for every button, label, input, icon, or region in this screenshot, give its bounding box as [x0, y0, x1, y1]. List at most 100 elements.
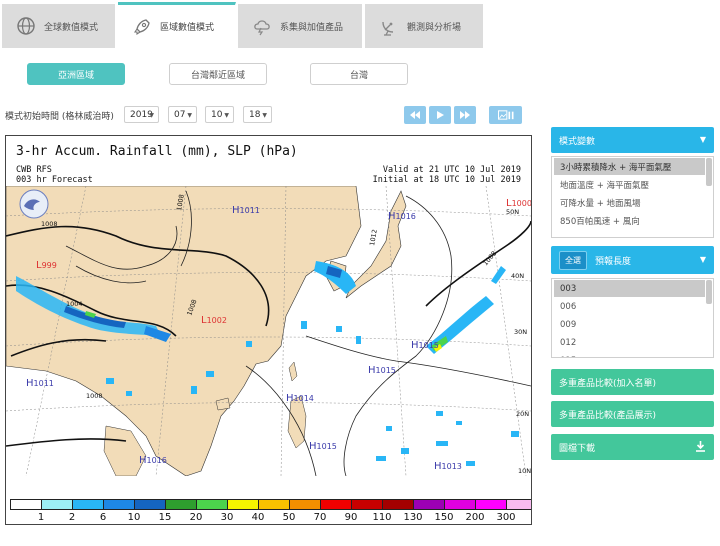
- legend-swatch: [166, 500, 197, 509]
- legend-tick-label: 50: [282, 512, 296, 523]
- scrollbar[interactable]: [706, 158, 712, 186]
- model-var-item[interactable]: 850百帕風速 + 風向: [554, 212, 705, 229]
- rocket-icon: [132, 17, 152, 37]
- legend-tick-labels: 1 2 6 10 15 20 30 40 50 70 90 110 130 150 200 300: [6, 512, 531, 524]
- forecast-hour-item[interactable]: 009: [554, 316, 705, 333]
- tab-ensemble-products-label: 系集與加值產品: [280, 22, 344, 33]
- svg-text:H1016: H1016: [139, 455, 167, 466]
- init-time-row: 模式初始時間 (格林威治時) 2019 ▼ 07 ▼ 10 ▼ 18 ▼: [0, 106, 720, 126]
- hour-value: 18: [249, 109, 261, 120]
- fast-forward-button[interactable]: [454, 106, 476, 124]
- lat-label: 40N: [511, 272, 524, 280]
- compare-add-button[interactable]: 多重產品比較(加入名單): [551, 369, 714, 395]
- download-button[interactable]: 圖檔下載: [551, 434, 714, 460]
- map-label-h1013: 1013: [442, 462, 462, 471]
- isobar-label: 1008: [86, 392, 103, 400]
- forecast-length-header[interactable]: 全選 預報長度 ▼: [551, 246, 714, 274]
- download-label: 圖檔下載: [559, 443, 596, 454]
- forecast-hour-item[interactable]: 012: [554, 334, 705, 351]
- legend-tick-label: 6: [99, 512, 107, 523]
- chart-forecast-hour: 003 hr Forecast: [16, 175, 93, 185]
- legend-tick-label: 30: [220, 512, 234, 523]
- select-all-button[interactable]: 全選: [559, 250, 587, 270]
- download-panel: 圖檔下載: [551, 434, 714, 460]
- cloud-storm-icon: [252, 16, 272, 36]
- legend-tick-label: 1: [37, 512, 45, 523]
- month-select[interactable]: 07 ▼: [168, 106, 197, 123]
- legend-tick-label: 2: [68, 512, 76, 523]
- forecast-hour-item[interactable]: 015: [554, 352, 705, 358]
- map-label-l999: 999: [42, 261, 57, 270]
- legend-swatch: [414, 500, 445, 509]
- fast-forward-icon: [460, 111, 470, 119]
- legend-swatch: [321, 500, 352, 509]
- image-gallery-icon: [497, 110, 513, 120]
- model-var-item[interactable]: 地面溫度 + 海平面氣壓: [554, 176, 705, 193]
- top-tab-bar: 全球數值模式 區域數值模式 系集與加值產品 觀測與分析場: [0, 0, 720, 48]
- compare-show-button[interactable]: 多重產品比較(產品展示): [551, 401, 714, 427]
- legend-swatch: [290, 500, 321, 509]
- legend-color-bar: [10, 499, 531, 510]
- svg-text:H1013: H1013: [434, 461, 462, 472]
- map-label-h1015-b: 1015: [376, 366, 396, 375]
- chart-model-name: CWB RFS: [16, 165, 52, 175]
- svg-text:H1015: H1015: [411, 340, 439, 351]
- legend-tick-label: 300: [496, 512, 516, 523]
- isobar-label: 1004: [66, 300, 83, 308]
- scrollbar[interactable]: [706, 280, 712, 304]
- year-select[interactable]: 2019 ▼: [124, 106, 159, 123]
- forecast-hour-item[interactable]: 006: [554, 298, 705, 315]
- tab-regional-model[interactable]: 區域數值模式: [118, 2, 236, 48]
- map-label-h1011-top: 1011: [240, 206, 260, 215]
- forecast-hour-item[interactable]: 003: [554, 280, 705, 297]
- map-label-h1015-c: 1015: [317, 442, 337, 451]
- model-var-item[interactable]: 可降水量 + 地面風場: [554, 194, 705, 211]
- legend-swatch: [42, 500, 73, 509]
- legend-swatch: [352, 500, 383, 509]
- svg-text:L999: L999: [36, 260, 57, 271]
- month-value: 07: [174, 109, 186, 120]
- map-label-h1015-a: 1015: [419, 341, 439, 350]
- legend-tick-label: 20: [189, 512, 203, 523]
- legend-swatch: [73, 500, 104, 509]
- model-variable-header[interactable]: 模式變數 ▼: [551, 127, 714, 153]
- forecast-hour-list[interactable]: 003 006 009 012 015: [551, 278, 714, 358]
- map-label-h1011-left: 1011: [34, 379, 54, 388]
- map-label-h1016-b: 1016: [147, 456, 167, 465]
- rewind-button[interactable]: [404, 106, 426, 124]
- map-label-h1016: 1016: [396, 212, 416, 221]
- hour-select[interactable]: 18 ▼: [243, 106, 272, 123]
- tab-ensemble-products[interactable]: 系集與加值產品: [238, 4, 363, 48]
- tab-observation-analysis[interactable]: 觀測與分析場: [365, 4, 484, 48]
- legend-tick-label: 15: [158, 512, 172, 523]
- rainfall-legend: 1 2 6 10 15 20 30 40 50 70 90 110 130 150 200 300: [6, 499, 531, 524]
- chart-valid-time: Valid at 21 UTC 10 Jul 2019: [382, 165, 521, 175]
- chevron-down-icon: ▼: [224, 112, 229, 119]
- play-button[interactable]: [429, 106, 451, 124]
- day-value: 10: [211, 109, 223, 120]
- compare-add-panel: 多重產品比較(加入名單): [551, 369, 714, 395]
- legend-swatch: [104, 500, 135, 509]
- region-taiwan-button[interactable]: 台灣: [310, 63, 408, 85]
- lat-label: 50N: [506, 208, 519, 216]
- tab-global-model[interactable]: 全球數值模式: [2, 4, 116, 48]
- rewind-icon: [410, 111, 420, 119]
- model-var-item[interactable]: 3小時累積降水 + 海平面氣壓: [554, 158, 705, 175]
- chevron-down-icon: ▼: [699, 135, 706, 144]
- region-asia-button[interactable]: 亞洲區域: [27, 63, 125, 85]
- day-select[interactable]: 10 ▼: [205, 106, 234, 123]
- chart-initial-time: Initial at 18 UTC 10 Jul 2019: [372, 175, 521, 185]
- chevron-down-icon: ▼: [699, 255, 706, 264]
- legend-tick-label: 70: [313, 512, 327, 523]
- lat-label: 20N: [516, 410, 529, 418]
- model-variable-list[interactable]: 3小時累積降水 + 海平面氣壓 地面溫度 + 海平面氣壓 可降水量 + 地面風場…: [551, 156, 714, 238]
- map-label-h1014: 1014: [294, 394, 314, 403]
- region-taiwan-vicinity-button[interactable]: 台灣鄰近區域: [169, 63, 267, 85]
- download-icon: [695, 440, 706, 455]
- svg-text:H1011: H1011: [26, 378, 54, 389]
- legend-swatch: [476, 500, 507, 509]
- legend-swatch: [507, 500, 531, 509]
- map-label-l1000: 1000: [512, 199, 531, 208]
- image-gallery-button[interactable]: [489, 106, 522, 124]
- model-variable-header-label: 模式變數: [559, 136, 596, 147]
